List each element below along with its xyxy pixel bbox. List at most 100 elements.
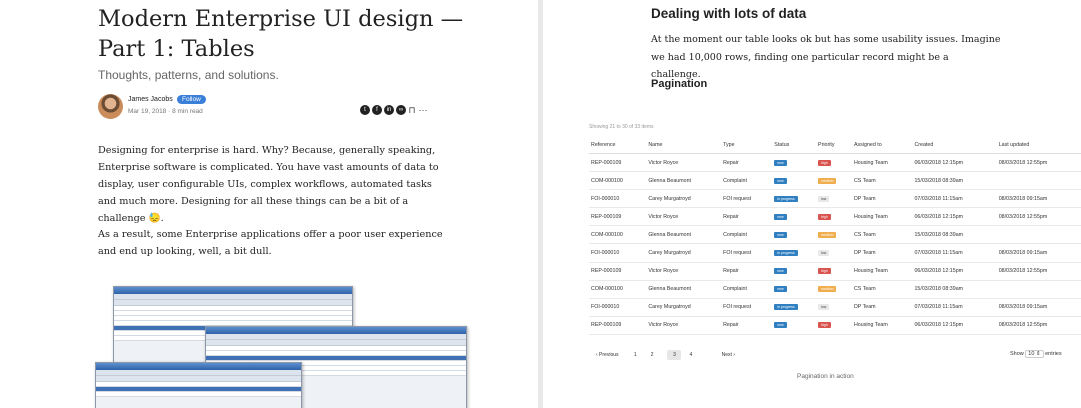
column-header[interactable]: Priority: [816, 140, 852, 154]
cell-name: Glenna Beaumont: [646, 280, 722, 299]
table-row[interactable]: REP-000109 Victor Royce Repair new high Housi…: [589, 262, 1081, 281]
pagination-page[interactable]: 1: [634, 352, 637, 358]
cell-assigned: CS Team: [851, 225, 913, 245]
table-row[interactable]: FOI-000010 Carey Murgatroyd FOI request in …: [589, 298, 1081, 317]
pagination: ‹ Previous 1 2 3 4 Next ›: [596, 350, 1076, 360]
column-header[interactable]: Type: [721, 140, 773, 154]
avatar[interactable]: [98, 94, 123, 119]
more-icon[interactable]: ···: [418, 105, 428, 115]
cell-type: FOI request: [721, 298, 773, 317]
share-icons: t f in ∞ ⊓ ···: [360, 101, 430, 119]
table-row[interactable]: FOI-000010 Carey Murgatroyd FOI request in …: [589, 189, 1081, 209]
author-block: James Jacobs Follow Mar 19, 2018 · 8 min…: [98, 94, 458, 120]
priority-badge: low: [818, 195, 830, 202]
status-badge: in progress: [774, 304, 798, 311]
priority-badge: medium: [818, 231, 837, 238]
cell-created: 06/03/2018 12:15pm: [912, 207, 997, 227]
section-heading: Dealing with lots of data: [651, 6, 807, 21]
status-badge: in progress: [774, 250, 798, 257]
column-header[interactable]: Reference: [589, 140, 647, 154]
column-header[interactable]: Last updated: [996, 140, 1081, 154]
cell-name: Victor Royce: [646, 207, 722, 227]
show-label: Show: [1010, 351, 1024, 357]
figure-caption: Pagination in action: [797, 373, 854, 380]
column-header[interactable]: Assigned to: [851, 140, 913, 154]
column-header[interactable]: Name: [646, 140, 722, 154]
cell-created: 15/03/2018 08:39am: [912, 280, 997, 299]
status-badge: new: [774, 268, 787, 275]
table-row[interactable]: REP-000109 Victor Royce Repair new high Housi…: [589, 316, 1081, 335]
cell-type: Repair: [721, 207, 773, 227]
pagination-page[interactable]: 2: [651, 352, 654, 358]
linkedin-icon[interactable]: in: [384, 104, 394, 115]
column-header[interactable]: Created: [912, 140, 997, 154]
page-size-control: Show 10 ⇕ entries: [1010, 350, 1062, 358]
pagination-page[interactable]: 3: [667, 350, 682, 360]
bookmark-icon[interactable]: ⊓: [408, 105, 416, 115]
cell-updated: 08/03/2018 09:15am: [996, 298, 1081, 317]
column-header[interactable]: Status: [772, 140, 817, 154]
cell-updated: [996, 280, 1081, 299]
cell-name: Carey Murgatroyd: [646, 243, 722, 263]
table-row[interactable]: REP-000109 Victor Royce Repair new high Housi…: [589, 153, 1081, 173]
pagination-page[interactable]: 4: [689, 352, 692, 358]
link-icon[interactable]: ∞: [396, 104, 406, 115]
cell-assigned: CS Team: [851, 171, 913, 191]
cell-type: Repair: [721, 153, 773, 173]
cell-ref: REP-000109: [589, 153, 647, 173]
cell-name: Carey Murgatroyd: [646, 189, 722, 209]
table-row[interactable]: COM-000100 Glenna Beaumont Complaint new med…: [589, 171, 1081, 191]
table-row[interactable]: FOI-000010 Carey Murgatroyd FOI request in …: [589, 243, 1081, 263]
data-table: Reference Name Type Status Priority Assigned …: [589, 140, 1081, 335]
facebook-icon[interactable]: f: [372, 104, 382, 115]
article-paragraph-2: As a result, some Enterprise application…: [98, 229, 443, 257]
cell-name: Glenna Beaumont: [646, 225, 722, 245]
twitter-icon[interactable]: t: [360, 104, 370, 115]
legacy-ui-screenshots: [95, 278, 467, 408]
follow-button[interactable]: Follow: [177, 95, 206, 104]
cell-ref: FOI-000010: [589, 189, 647, 209]
table-row[interactable]: COM-000100 Glenna Beaumont Complaint new med…: [589, 280, 1081, 299]
priority-badge: medium: [818, 286, 837, 293]
priority-badge: high: [818, 159, 831, 166]
cell-ref: FOI-000010: [589, 243, 647, 263]
cell-updated: 08/03/2018 12:55pm: [996, 262, 1081, 281]
article-left-panel: Modern Enterprise UI design — Part 1: Ta…: [0, 0, 538, 408]
cell-assigned: Housing Team: [851, 207, 913, 227]
cell-name: Carey Murgatroyd: [646, 298, 722, 317]
entries-label: entries: [1045, 351, 1062, 357]
cell-type: Complaint: [721, 280, 773, 299]
article-paragraph-1: Designing for enterprise is hard. Why? B…: [98, 145, 439, 224]
priority-badge: low: [818, 250, 830, 257]
cell-assigned: Housing Team: [851, 153, 913, 173]
cell-type: Repair: [721, 262, 773, 281]
cell-created: 15/03/2018 08:39am: [912, 225, 997, 245]
priority-badge: low: [818, 304, 830, 311]
cell-created: 06/03/2018 12:15pm: [912, 316, 997, 335]
article-title: Modern Enterprise UI design — Part 1: Ta…: [98, 6, 464, 62]
cell-assigned: CS Team: [851, 280, 913, 299]
cell-type: FOI request: [721, 189, 773, 209]
cell-name: Victor Royce: [646, 316, 722, 335]
pagination-previous[interactable]: ‹ Previous: [596, 352, 619, 358]
cell-ref: REP-000109: [589, 316, 647, 335]
cell-created: 07/03/2018 11:15am: [912, 189, 997, 209]
cell-assigned: DP Team: [851, 298, 913, 317]
article-right-panel: Dealing with lots of data At the moment …: [543, 0, 1081, 408]
article-meta: Mar 19, 2018 · 8 min read: [128, 108, 203, 115]
author-name[interactable]: James Jacobs: [128, 96, 173, 103]
pagination-next[interactable]: Next ›: [722, 352, 735, 358]
table-row[interactable]: REP-000109 Victor Royce Repair new high Housi…: [589, 207, 1081, 227]
status-badge: in progress: [774, 195, 798, 202]
cell-ref: COM-000100: [589, 171, 647, 191]
page-size-select[interactable]: 10 ⇕: [1025, 350, 1044, 358]
table-row[interactable]: COM-000100 Glenna Beaumont Complaint new med…: [589, 225, 1081, 245]
priority-badge: medium: [818, 177, 837, 184]
cell-type: Repair: [721, 316, 773, 335]
cell-created: 06/03/2018 12:15pm: [912, 262, 997, 281]
cell-type: FOI request: [721, 243, 773, 263]
status-badge: new: [774, 231, 787, 238]
cell-name: Victor Royce: [646, 153, 722, 173]
cell-type: Complaint: [721, 171, 773, 191]
cell-updated: 08/03/2018 09:15am: [996, 243, 1081, 263]
